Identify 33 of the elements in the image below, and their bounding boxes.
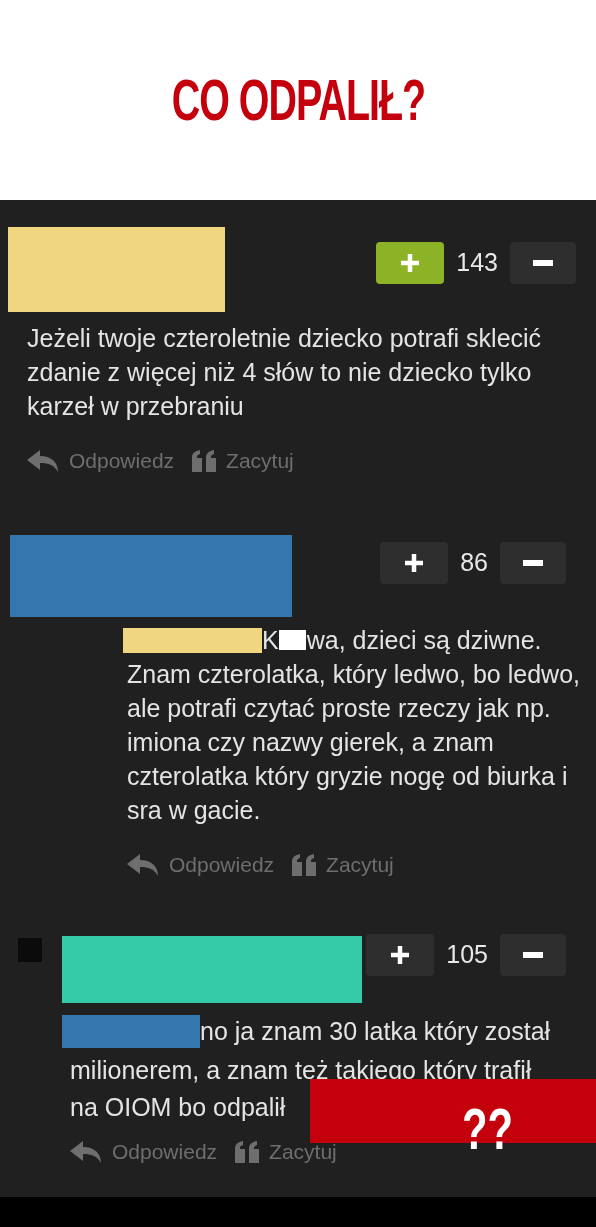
quote-link[interactable]: Zacytuj (292, 849, 394, 881)
comment-text: Znam czterolatka, który ledwo, bo ledwo, ale potrafi czytać proste rzeczy jak np. imiona czy nazwy gierek, a znam czterolatka który gryzie nogę od biurka i sra w gacie. (126, 659, 581, 826)
comment-text: K (262, 625, 279, 656)
plus-icon (389, 944, 412, 966)
upvote-button[interactable] (366, 934, 435, 976)
plus-icon (403, 552, 426, 574)
downvote-button[interactable] (510, 242, 576, 284)
reply-link[interactable]: Odpowiedz (70, 1136, 218, 1168)
quote-link[interactable]: Zacytuj (192, 445, 294, 477)
reply-arrow-icon (70, 1139, 102, 1164)
vote-score: 105 (446, 939, 488, 971)
comment-text: wa, dzieci są dziwne. (306, 625, 542, 656)
reply-arrow-icon (127, 852, 159, 877)
comment-text: Jeżeli twoje czteroletnie dziecko potrafi sklecić zdanie z więcej niż 4 słów to nie dziecko tylko karzeł w przebraniu (27, 323, 543, 422)
upvote-button[interactable] (380, 542, 449, 584)
reply-arrow-icon (27, 448, 59, 473)
minus-icon (533, 260, 553, 266)
plus-icon (399, 252, 422, 274)
quote-icon (235, 1140, 260, 1163)
downvote-button[interactable] (500, 934, 566, 976)
minus-icon (523, 560, 543, 566)
quote-link[interactable]: Zacytuj (235, 1136, 337, 1168)
downvote-button[interactable] (500, 542, 566, 584)
vote-score: 143 (456, 247, 498, 279)
vote-score: 86 (460, 547, 488, 579)
comment-text: na OIOM bo odpalił (69, 1094, 286, 1120)
quote-icon (292, 853, 317, 876)
minus-icon (523, 952, 543, 958)
reply-link[interactable]: Odpowiedz (127, 849, 275, 881)
reply-link[interactable]: Odpowiedz (27, 445, 175, 477)
comment-text: no ja znam 30 latka który został (200, 1016, 551, 1047)
headline: CO ODPALIŁ? (171, 71, 425, 129)
quote-icon (192, 449, 217, 472)
